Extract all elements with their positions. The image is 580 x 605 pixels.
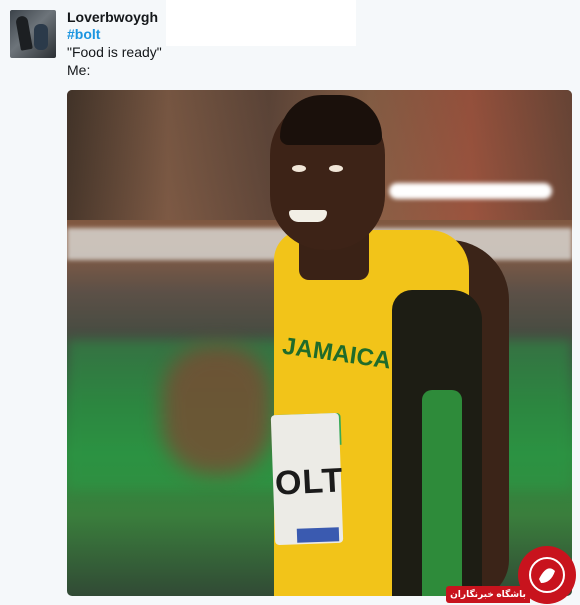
stadium-light (389, 183, 552, 199)
bib-footer (296, 527, 340, 543)
bib-name: OLT (274, 461, 345, 503)
avatar-figure (15, 15, 33, 51)
avatar-figure-2 (34, 24, 48, 50)
jersey-stripe (422, 390, 462, 596)
tweet-media-image[interactable]: JAMAICA OLT (67, 90, 572, 596)
watermark-icon (529, 557, 565, 593)
athlete-eye-right (329, 165, 343, 172)
watermark-text: باشگاه خبرنگاران (446, 586, 530, 603)
athlete-eye-left (292, 165, 306, 172)
username[interactable]: Loverbwoygh (67, 9, 158, 25)
blurred-runner (162, 345, 272, 475)
tweet-avatar[interactable] (10, 10, 56, 58)
hashtag-link[interactable]: #bolt (67, 26, 100, 42)
tweet-text-line1: "Food is ready" (67, 44, 162, 60)
redacted-area (166, 0, 356, 46)
tweet-text-line2: Me: (67, 62, 91, 78)
athlete-smile (289, 210, 327, 222)
